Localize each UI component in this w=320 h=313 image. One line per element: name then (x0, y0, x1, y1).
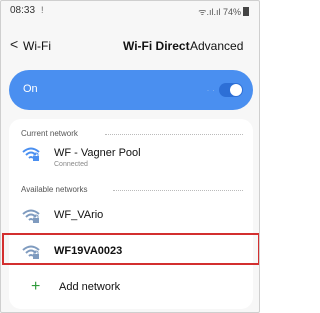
network-list-panel: Current network WF - Vagner Pool Connect… (9, 119, 253, 309)
app-header: < Wi-Fi Wi-Fi Direct Advanced (1, 29, 259, 63)
add-network-row[interactable]: + Add network (9, 271, 253, 307)
status-bar: 08:33 ! ᯤ.ıl.ıl 74% (1, 1, 259, 23)
wifi-locked-icon (22, 147, 40, 161)
status-right: ᯤ.ıl.ıl 74% (198, 5, 249, 18)
page-title: Wi-Fi (23, 39, 51, 53)
network-row-wf-vario[interactable]: WF_VArio (9, 199, 253, 235)
status-time: 08:33 (10, 5, 36, 16)
available-networks-label: Available networks (21, 185, 88, 194)
current-network-name: WF - Vagner Pool (54, 147, 141, 159)
current-network-status: Connected (54, 161, 88, 168)
phone-screen: 08:33 ! ᯤ.ıl.ıl 74% < Wi-Fi Wi-Fi Direct… (0, 0, 260, 313)
available-networks-section: Available networks (21, 185, 243, 194)
add-network-label: Add network (59, 281, 121, 293)
wifi-direct-button[interactable]: Wi-Fi Direct (123, 39, 190, 53)
wifi-toggle-banner[interactable]: On · · (9, 70, 253, 110)
wifi-locked-icon (22, 209, 40, 223)
selection-highlight (2, 233, 259, 265)
toggle-knob (230, 84, 242, 96)
wifi-on-label: On (23, 83, 38, 95)
current-network-row[interactable]: WF - Vagner Pool Connected (9, 137, 253, 173)
section-divider (105, 134, 243, 135)
signal-battery-text: ᯤ.ıl.ıl 74% (198, 7, 241, 17)
notification-icon: ! (41, 5, 44, 15)
plus-icon: + (31, 278, 41, 295)
wifi-toggle-switch[interactable]: · · (207, 83, 243, 97)
advanced-button[interactable]: Advanced (190, 39, 243, 53)
network-name: WF_VArio (54, 209, 104, 221)
back-button[interactable]: < (10, 36, 18, 52)
toggle-dots: · · (207, 88, 216, 94)
battery-icon (243, 7, 249, 16)
section-divider (113, 190, 243, 191)
